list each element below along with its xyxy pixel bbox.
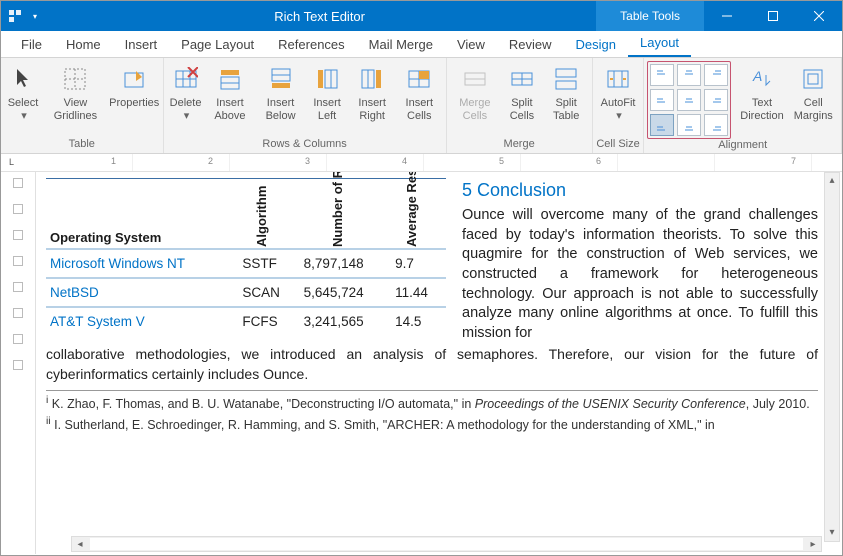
horizontal-ruler[interactable]: L 1 2 3 4 5 6 7 bbox=[1, 154, 842, 172]
scroll-up-icon[interactable]: ▴ bbox=[825, 173, 839, 189]
tab-references[interactable]: References bbox=[266, 32, 356, 57]
split-table-button[interactable]: Split Table bbox=[544, 61, 589, 131]
title-bar: ▾ Rich Text Editor Table Tools bbox=[1, 1, 842, 31]
vertical-ruler[interactable] bbox=[1, 172, 36, 554]
view-gridlines-button[interactable]: View Gridlines bbox=[42, 61, 109, 131]
properties-icon bbox=[118, 63, 150, 95]
alignment-grid bbox=[647, 61, 731, 139]
align-top-right[interactable] bbox=[704, 64, 728, 86]
align-mid-left[interactable] bbox=[650, 89, 674, 111]
col-time[interactable]: Average Response Time, ms bbox=[391, 179, 446, 249]
delete-icon bbox=[170, 63, 202, 95]
cell-margins-button[interactable]: Cell Margins bbox=[789, 61, 838, 131]
table-row: AT&T System VFCFS3,241,56514.5 bbox=[46, 307, 446, 335]
cell-margins-icon bbox=[797, 63, 829, 95]
tab-home[interactable]: Home bbox=[54, 32, 113, 57]
window-title: Rich Text Editor bbox=[43, 9, 596, 24]
autofit-button[interactable]: AutoFit▾ bbox=[596, 61, 641, 131]
align-top-left[interactable] bbox=[650, 64, 674, 86]
align-mid-center[interactable] bbox=[677, 89, 701, 111]
data-table[interactable]: Operating System Algorithm Number of Req… bbox=[46, 178, 446, 335]
autofit-icon bbox=[602, 63, 634, 95]
tab-review[interactable]: Review bbox=[497, 32, 564, 57]
tab-view[interactable]: View bbox=[445, 32, 497, 57]
tab-page-layout[interactable]: Page Layout bbox=[169, 32, 266, 57]
horizontal-scrollbar[interactable]: ◂ ▸ bbox=[71, 536, 822, 552]
col-requests[interactable]: Number of Requests bbox=[300, 179, 392, 249]
svg-text:A: A bbox=[752, 68, 762, 84]
scroll-left-icon[interactable]: ◂ bbox=[72, 539, 88, 550]
minimize-button[interactable] bbox=[704, 1, 750, 31]
section-heading[interactable]: 5 Conclusion bbox=[462, 178, 818, 202]
align-bot-center[interactable] bbox=[677, 114, 701, 136]
align-bot-right[interactable] bbox=[704, 114, 728, 136]
group-label-merge: Merge bbox=[504, 138, 535, 152]
group-label-table: Table bbox=[69, 138, 95, 152]
split-table-icon bbox=[550, 63, 582, 95]
insert-right-button[interactable]: Insert Right bbox=[348, 61, 396, 131]
group-label-rows: Rows & Columns bbox=[262, 138, 346, 152]
section-paragraph[interactable]: Ounce will overcome many of the grand ch… bbox=[462, 206, 818, 343]
text-direction-button[interactable]: AText Direction bbox=[735, 61, 788, 131]
group-cell-size: AutoFit▾ Cell Size bbox=[593, 58, 645, 153]
table-row: Microsoft Windows NTSSTF8,797,1489.7 bbox=[46, 249, 446, 278]
document-page[interactable]: Operating System Algorithm Number of Req… bbox=[36, 172, 842, 554]
insert-above-button[interactable]: Insert Above bbox=[205, 61, 256, 131]
app-icon bbox=[7, 8, 23, 24]
tab-mail-merge[interactable]: Mail Merge bbox=[357, 32, 445, 57]
table-row: NetBSDSCAN5,645,72411.44 bbox=[46, 278, 446, 307]
group-label-alignment: Alignment bbox=[718, 139, 767, 153]
vertical-scrollbar[interactable]: ▴ ▾ bbox=[824, 172, 840, 542]
tab-file[interactable]: File bbox=[9, 32, 54, 57]
align-top-center[interactable] bbox=[677, 64, 701, 86]
text-direction-icon: A bbox=[746, 63, 778, 95]
insert-right-icon bbox=[356, 63, 388, 95]
insert-above-icon bbox=[214, 63, 246, 95]
insert-below-button[interactable]: Insert Below bbox=[255, 61, 305, 131]
col-os[interactable]: Operating System bbox=[46, 179, 238, 249]
qat-dropdown-icon[interactable]: ▾ bbox=[27, 8, 43, 24]
insert-below-icon bbox=[265, 63, 297, 95]
gridlines-icon bbox=[59, 63, 91, 95]
scroll-down-icon[interactable]: ▾ bbox=[825, 525, 839, 541]
group-label-cellsize: Cell Size bbox=[596, 138, 639, 152]
context-tab[interactable]: Table Tools bbox=[596, 1, 704, 31]
merge-cells-button: Merge Cells bbox=[450, 61, 500, 131]
group-merge: Merge Cells Split Cells Split Table Merg… bbox=[447, 58, 593, 153]
cursor-icon bbox=[7, 63, 39, 95]
close-button[interactable] bbox=[796, 1, 842, 31]
group-alignment: AText Direction Cell Margins Alignment bbox=[644, 58, 842, 153]
footnotes[interactable]: i K. Zhao, F. Thomas, and B. U. Watanabe… bbox=[46, 390, 818, 434]
select-button[interactable]: Select▾ bbox=[4, 61, 42, 131]
align-bot-left[interactable] bbox=[650, 114, 674, 136]
split-cells-icon bbox=[506, 63, 538, 95]
group-rows-columns: Delete▾ Insert Above Insert Below Insert… bbox=[164, 58, 447, 153]
align-mid-right[interactable] bbox=[704, 89, 728, 111]
insert-cells-icon bbox=[403, 63, 435, 95]
col-algorithm[interactable]: Algorithm bbox=[238, 179, 299, 249]
insert-left-button[interactable]: Insert Left bbox=[306, 61, 349, 131]
document-area: Operating System Algorithm Number of Req… bbox=[1, 172, 842, 554]
group-table: Select▾ View Gridlines Properties Table bbox=[1, 58, 164, 153]
ribbon: Select▾ View Gridlines Properties Table … bbox=[1, 58, 842, 154]
scroll-right-icon[interactable]: ▸ bbox=[805, 539, 821, 550]
maximize-button[interactable] bbox=[750, 1, 796, 31]
tab-insert[interactable]: Insert bbox=[113, 32, 170, 57]
footnote-2: ii I. Sutherland, E. Schroedinger, R. Ha… bbox=[46, 415, 818, 433]
properties-button[interactable]: Properties bbox=[109, 61, 160, 131]
menu-tabs: File Home Insert Page Layout References … bbox=[1, 31, 842, 58]
delete-button[interactable]: Delete▾ bbox=[167, 61, 205, 131]
merge-cells-icon bbox=[459, 63, 491, 95]
tab-layout[interactable]: Layout bbox=[628, 30, 691, 57]
split-cells-button[interactable]: Split Cells bbox=[500, 61, 544, 131]
tab-design[interactable]: Design bbox=[564, 32, 628, 57]
footnote-1: i K. Zhao, F. Thomas, and B. U. Watanabe… bbox=[46, 394, 818, 412]
insert-cells-button[interactable]: Insert Cells bbox=[396, 61, 443, 131]
insert-left-icon bbox=[311, 63, 343, 95]
wrapped-paragraph[interactable]: collaborative methodologies, we introduc… bbox=[46, 345, 818, 384]
